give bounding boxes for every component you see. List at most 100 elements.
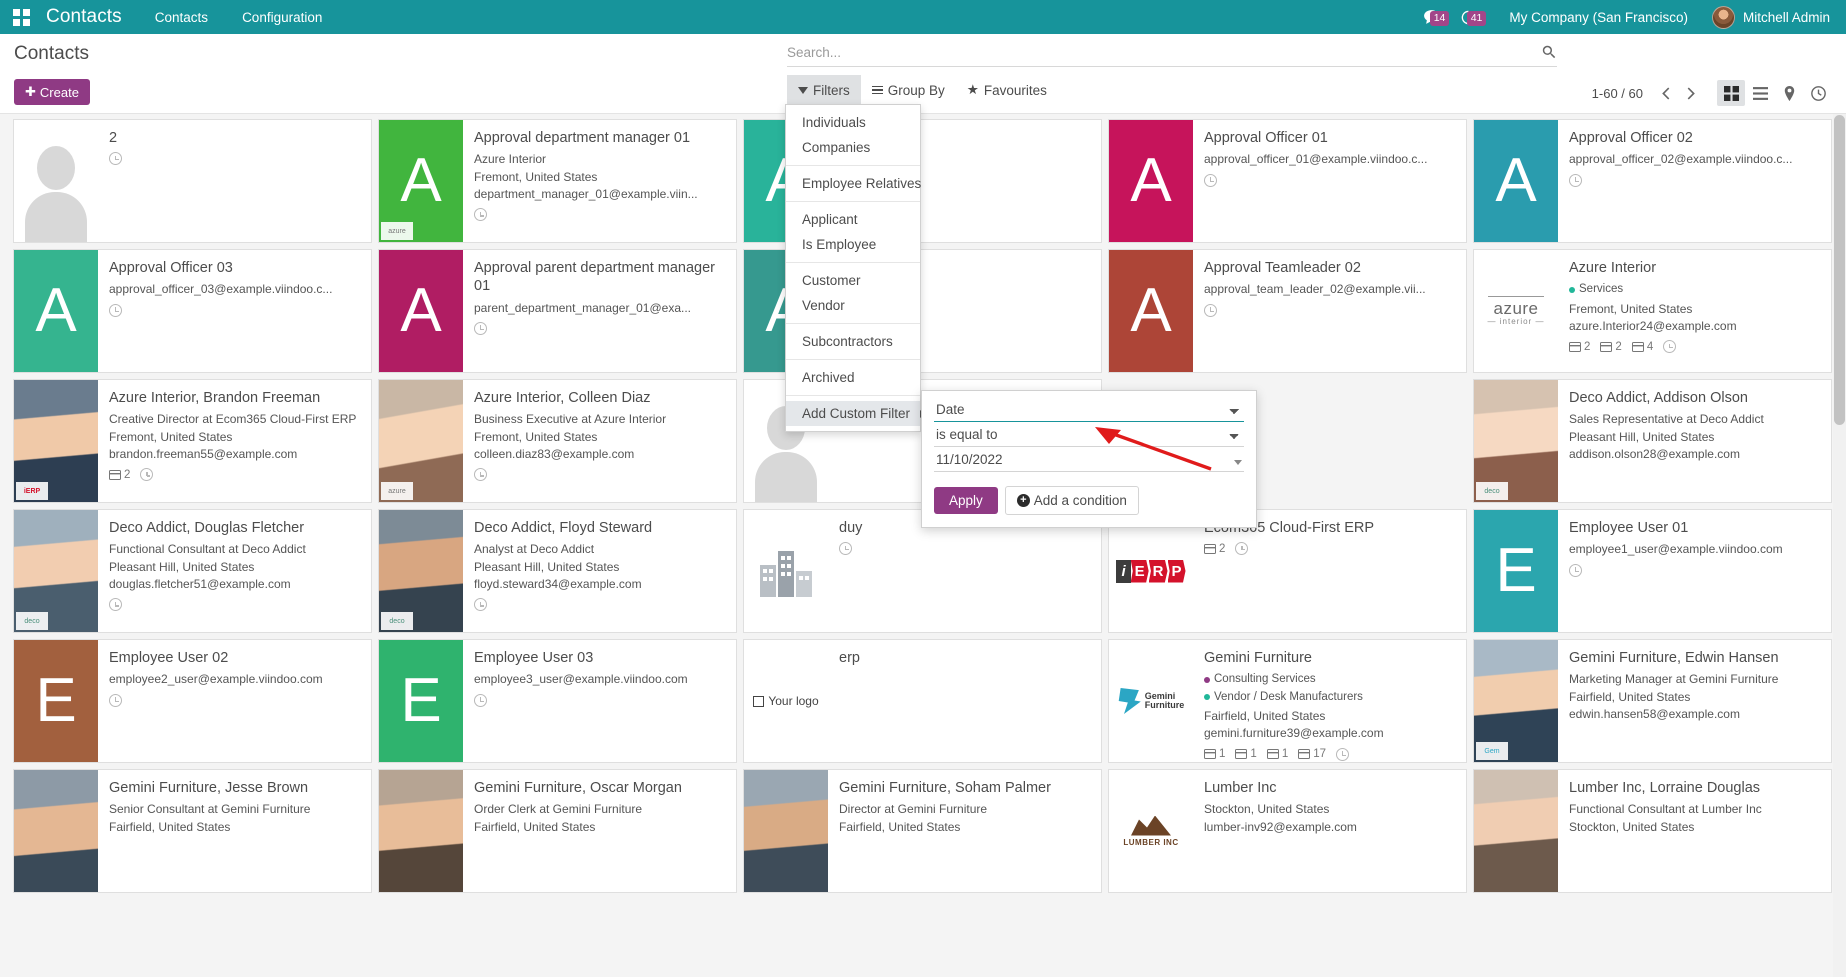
filter-item-subcontractors[interactable]: Subcontractors xyxy=(786,329,920,354)
kanban-card[interactable]: decoDeco Addict, Douglas FletcherFunctio… xyxy=(13,509,372,633)
favourites-button[interactable]: ★ Favourites xyxy=(956,75,1058,105)
card-stat[interactable]: 1 xyxy=(1204,748,1225,760)
card-detail-line: approval_officer_02@example.viindoo.c... xyxy=(1569,151,1821,168)
groupby-button[interactable]: Group By xyxy=(861,75,956,105)
menu-contacts[interactable]: Contacts xyxy=(138,0,225,34)
activity-clock-icon[interactable] xyxy=(1569,174,1582,187)
card-title: Employee User 01 xyxy=(1569,519,1821,537)
scrollbar-thumb[interactable] xyxy=(1834,115,1845,425)
filter-item-add-custom-filter[interactable]: Add Custom Filter xyxy=(786,401,920,426)
card-stat[interactable]: 2 xyxy=(109,469,130,481)
activity-clock-icon[interactable] xyxy=(140,468,153,481)
activity-clock-icon[interactable] xyxy=(109,598,122,611)
filters-button[interactable]: Filters xyxy=(787,75,861,105)
filter-item-customer[interactable]: Customer xyxy=(786,268,920,293)
menu-configuration[interactable]: Configuration xyxy=(225,0,339,34)
card-image: Aazure xyxy=(379,120,463,242)
card-stat[interactable]: 1 xyxy=(1235,748,1256,760)
activity-clock-icon[interactable] xyxy=(474,322,487,335)
kanban-card[interactable]: Your logoerp xyxy=(743,639,1102,763)
filter-item-vendor[interactable]: Vendor xyxy=(786,293,920,318)
card-stat[interactable]: 17 xyxy=(1298,748,1326,760)
kanban-card[interactable]: azure— interior —Azure InteriorServicesF… xyxy=(1473,249,1832,373)
filter-item-applicant[interactable]: Applicant xyxy=(786,207,920,232)
activity-clock-icon[interactable] xyxy=(474,694,487,707)
custom-filter-operator-select[interactable]: is equal to xyxy=(934,424,1244,447)
activity-clock-icon[interactable] xyxy=(1569,564,1582,577)
activity-clock-icon[interactable] xyxy=(474,208,487,221)
kanban-card[interactable]: GeminiFurnitureGemini FurnitureConsultin… xyxy=(1108,639,1467,763)
kanban-card[interactable]: GemGemini Furniture, Edwin HansenMarketi… xyxy=(1473,639,1832,763)
card-stat[interactable]: 4 xyxy=(1632,341,1653,353)
pager-previous-button[interactable] xyxy=(1653,81,1677,105)
activity-clock-icon[interactable] xyxy=(474,468,487,481)
card-stat[interactable]: 2 xyxy=(1204,543,1225,555)
view-activity-button[interactable] xyxy=(1804,80,1832,106)
card-detail-line: Marketing Manager at Gemini Furniture xyxy=(1569,671,1821,688)
kanban-card[interactable]: AApproval parent department manager 01pa… xyxy=(378,249,737,373)
kanban-card[interactable]: AApproval Officer 03approval_officer_03@… xyxy=(13,249,372,373)
kanban-card[interactable]: Gemini Furniture, Soham PalmerDirector a… xyxy=(743,769,1102,893)
card-image: E xyxy=(379,640,463,762)
activity-clock-icon[interactable] xyxy=(109,152,122,165)
app-brand-contacts[interactable]: Contacts xyxy=(42,0,138,34)
kanban-card[interactable]: Lumber Inc, Lorraine DouglasFunctional C… xyxy=(1473,769,1832,893)
apps-menu-toggle[interactable] xyxy=(0,0,42,34)
view-map-button[interactable] xyxy=(1775,80,1803,106)
activity-clock-icon[interactable] xyxy=(839,542,852,555)
messages-button[interactable]: 14 xyxy=(1413,9,1450,26)
card-body: duy xyxy=(828,510,1101,632)
activity-clock-icon[interactable] xyxy=(1336,748,1349,761)
filter-item-individuals[interactable]: Individuals xyxy=(786,110,920,135)
search-view[interactable] xyxy=(787,44,1557,67)
kanban-card[interactable]: azureAzure Interior, Colleen DiazBusines… xyxy=(378,379,737,503)
kanban-card[interactable]: decoDeco Addict, Addison OlsonSales Repr… xyxy=(1473,379,1832,503)
company-switcher[interactable]: My Company (San Francisco) xyxy=(1487,10,1702,25)
user-menu[interactable]: Mitchell Admin xyxy=(1702,6,1836,29)
filter-item-archived[interactable]: Archived xyxy=(786,365,920,390)
vertical-scrollbar[interactable] xyxy=(1833,113,1846,977)
kanban-card[interactable]: Gemini Furniture, Oscar MorganOrder Cler… xyxy=(378,769,737,893)
kanban-card[interactable]: EEmployee User 02employee2_user@example.… xyxy=(13,639,372,763)
filter-item-employee-relatives[interactable]: Employee Relatives xyxy=(786,171,920,196)
card-title: Approval Teamleader 02 xyxy=(1204,259,1456,277)
create-button[interactable]: ✚ Create xyxy=(14,79,90,105)
kanban-card[interactable]: AApproval Officer 02approval_officer_02@… xyxy=(1473,119,1832,243)
apply-button[interactable]: Apply xyxy=(934,487,998,514)
kanban-card[interactable]: AApproval Teamleader 02approval_team_lea… xyxy=(1108,249,1467,373)
card-stat[interactable]: 1 xyxy=(1267,748,1288,760)
chevron-down-icon[interactable] xyxy=(1234,460,1242,465)
activity-clock-icon[interactable] xyxy=(109,304,122,317)
filter-item-companies[interactable]: Companies xyxy=(786,135,920,160)
activity-clock-icon[interactable] xyxy=(474,598,487,611)
add-condition-button[interactable]: + Add a condition xyxy=(1005,486,1139,515)
activity-clock-icon[interactable] xyxy=(1204,304,1217,317)
kanban-card[interactable]: 2 xyxy=(13,119,372,243)
card-stat[interactable]: 2 xyxy=(1569,341,1590,353)
company-buildings-icon xyxy=(744,510,828,632)
search-icon[interactable] xyxy=(1541,44,1557,60)
card-stat[interactable]: 2 xyxy=(1600,341,1621,353)
kanban-card[interactable]: AApproval Officer 01approval_officer_01@… xyxy=(1108,119,1467,243)
kanban-card[interactable]: decoDeco Addict, Floyd StewardAnalyst at… xyxy=(378,509,737,633)
activity-clock-icon[interactable] xyxy=(1663,340,1676,353)
activities-button[interactable]: 41 xyxy=(1450,9,1487,26)
kanban-card[interactable]: iERPAzure Interior, Brandon FreemanCreat… xyxy=(13,379,372,503)
pager-next-button[interactable] xyxy=(1679,81,1703,105)
kanban-card[interactable]: EEmployee User 03employee3_user@example.… xyxy=(378,639,737,763)
filter-item-is-employee[interactable]: Is Employee xyxy=(786,232,920,257)
card-image: deco xyxy=(379,510,463,632)
kanban-card[interactable]: LUMBER INCLumber IncStockton, United Sta… xyxy=(1108,769,1467,893)
card-image xyxy=(14,120,98,242)
kanban-card[interactable]: Gemini Furniture, Jesse BrownSenior Cons… xyxy=(13,769,372,893)
activity-clock-icon[interactable] xyxy=(109,694,122,707)
kanban-card[interactable]: AazureApproval department manager 01Azur… xyxy=(378,119,737,243)
view-kanban-button[interactable] xyxy=(1717,80,1745,106)
activity-clock-icon[interactable] xyxy=(1235,542,1248,555)
kanban-card[interactable]: EEmployee User 01employee1_user@example.… xyxy=(1473,509,1832,633)
view-list-button[interactable] xyxy=(1746,80,1774,106)
custom-filter-field-select[interactable]: Date xyxy=(934,399,1244,422)
custom-filter-value-input[interactable] xyxy=(934,449,1244,472)
search-input[interactable] xyxy=(787,45,1541,60)
activity-clock-icon[interactable] xyxy=(1204,174,1217,187)
